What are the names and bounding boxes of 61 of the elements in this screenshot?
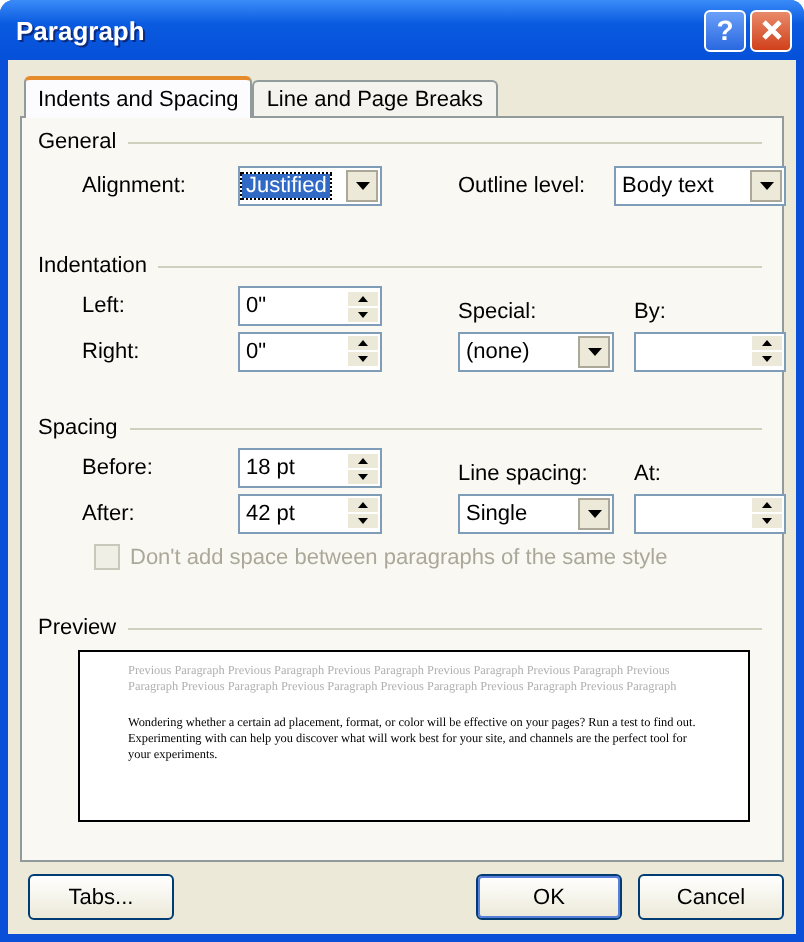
dropdown[interactable]: Body text [614, 166, 786, 206]
tab[interactable]: Line and Page Breaks [252, 80, 498, 116]
spinner-field[interactable]: 0" [238, 331, 382, 371]
field-label: Special: [458, 300, 539, 328]
up-arrow-icon [762, 340, 772, 346]
tab[interactable]: Indents and Spacing [24, 76, 253, 118]
down-arrow-icon [358, 473, 368, 479]
field-label: Line spacing: [458, 462, 590, 490]
spin-down-button[interactable] [348, 307, 378, 321]
down-arrow-icon [762, 356, 772, 362]
spinner-field[interactable]: 42 pt [238, 493, 382, 533]
close-icon [759, 18, 783, 42]
dialog-button[interactable]: OK [476, 874, 622, 920]
spin-down-button[interactable] [752, 352, 782, 366]
dropdown[interactable]: Justified [238, 166, 382, 206]
field-label: Alignment: [82, 174, 188, 198]
dropdown-arrow-icon [587, 347, 601, 355]
down-arrow-icon [358, 518, 368, 524]
dropdown[interactable]: Single [458, 493, 614, 533]
close-button[interactable] [750, 9, 792, 51]
spin-up-button[interactable] [752, 336, 782, 350]
section-heading: Spacing [38, 416, 118, 440]
down-arrow-icon [358, 356, 368, 362]
field-label: By: [634, 300, 668, 328]
section-heading: Preview [38, 616, 117, 640]
spin-down-button[interactable] [348, 352, 378, 366]
spin-up-button[interactable] [348, 498, 378, 512]
field-label: Before: [82, 456, 155, 480]
field-label: Outline level: [458, 174, 588, 198]
spin-up-button[interactable] [348, 336, 378, 350]
dialog-button[interactable]: Cancel [638, 874, 784, 920]
up-arrow-icon [358, 340, 368, 346]
up-arrow-icon [358, 295, 368, 301]
up-arrow-icon [358, 502, 368, 508]
field-label: At: [634, 462, 663, 490]
spin-down-button[interactable] [348, 514, 378, 528]
window-title: Paragraph [16, 15, 145, 45]
dropdown-arrow-icon [355, 182, 369, 190]
dropdown[interactable]: (none) [458, 331, 614, 371]
up-arrow-icon [358, 457, 368, 463]
spin-down-button[interactable] [752, 514, 782, 528]
spin-up-button[interactable] [348, 291, 378, 305]
down-arrow-icon [358, 311, 368, 317]
dropdown-arrow-icon [759, 182, 773, 190]
spinner-field[interactable]: 18 pt [238, 448, 382, 488]
dialog-button[interactable]: Tabs... [28, 874, 174, 920]
field-label: Right: [82, 339, 142, 363]
spinner-field[interactable] [634, 493, 786, 533]
checkbox-label: Don't add space between paragraphs of the same style [130, 545, 668, 569]
spin-up-button[interactable] [752, 498, 782, 512]
dropdown-arrow-icon [587, 509, 601, 517]
field-label: Left: [82, 294, 127, 318]
spin-down-button[interactable] [348, 469, 378, 483]
up-arrow-icon [762, 502, 772, 508]
down-arrow-icon [762, 518, 772, 524]
field-label: After: [82, 501, 137, 525]
spinner-field[interactable] [634, 331, 786, 371]
section-heading: Indentation [38, 254, 147, 278]
spinner-field[interactable]: 0" [238, 286, 382, 326]
spin-up-button[interactable] [348, 453, 378, 467]
section-heading: General [38, 130, 117, 154]
